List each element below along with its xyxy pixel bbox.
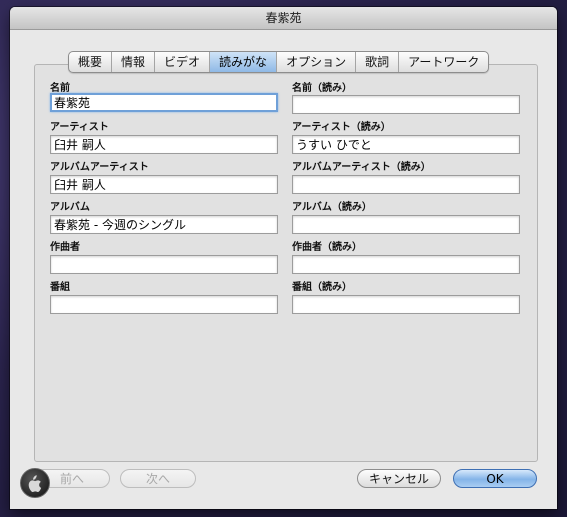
- artist-reading-field[interactable]: うすい ひでと: [292, 135, 520, 154]
- album-label: アルバム: [50, 202, 90, 213]
- album-reading-label: アルバム（読み）: [292, 202, 372, 213]
- name-label: 名前: [50, 83, 70, 94]
- album-reading-field[interactable]: [292, 215, 520, 234]
- tab-sorting[interactable]: 読みがな: [210, 52, 278, 72]
- ok-button[interactable]: OK: [453, 469, 537, 488]
- composer-field[interactable]: [50, 255, 278, 274]
- name-reading-label: 名前（読み）: [292, 83, 352, 94]
- next-button[interactable]: 次へ: [120, 469, 196, 488]
- composer-label: 作曲者: [50, 242, 80, 253]
- composer-reading-field[interactable]: [292, 255, 520, 274]
- tab-info[interactable]: 情報: [112, 52, 156, 72]
- artist-reading-label: アーティスト（読み）: [292, 122, 391, 133]
- album-artist-field[interactable]: 臼井 嗣人: [50, 175, 278, 194]
- name-field[interactable]: 春紫苑: [50, 93, 278, 112]
- show-label: 番組: [50, 282, 70, 293]
- tab-video[interactable]: ビデオ: [155, 52, 211, 72]
- apple-logo-icon: [20, 468, 50, 498]
- name-reading-field[interactable]: [292, 95, 520, 114]
- tab-artwork[interactable]: アートワーク: [399, 52, 488, 72]
- info-window: 春紫苑 概要 情報 ビデオ 読みがな オプション 歌詞 アートワーク 名前 春紫…: [10, 7, 557, 509]
- artist-label: アーティスト: [50, 122, 109, 133]
- show-field[interactable]: [50, 295, 278, 314]
- album-field[interactable]: 春紫苑 - 今週のシングル: [50, 215, 278, 234]
- tab-lyrics[interactable]: 歌詞: [356, 52, 400, 72]
- tab-summary[interactable]: 概要: [69, 52, 113, 72]
- tab-bar: 概要 情報 ビデオ 読みがな オプション 歌詞 アートワーク: [68, 51, 490, 73]
- apple-logo-icon-glyph: [28, 475, 42, 493]
- show-reading-label: 番組（読み）: [292, 282, 352, 293]
- show-reading-field[interactable]: [292, 295, 520, 314]
- cancel-button[interactable]: キャンセル: [357, 469, 441, 488]
- album-artist-reading-label: アルバムアーティスト（読み）: [292, 162, 431, 173]
- album-artist-label: アルバムアーティスト: [50, 162, 149, 173]
- tab-options[interactable]: オプション: [277, 52, 357, 72]
- window-title: 春紫苑: [10, 7, 557, 30]
- composer-reading-label: 作曲者（読み）: [292, 242, 362, 253]
- artist-field[interactable]: 臼井 嗣人: [50, 135, 278, 154]
- album-artist-reading-field[interactable]: [292, 175, 520, 194]
